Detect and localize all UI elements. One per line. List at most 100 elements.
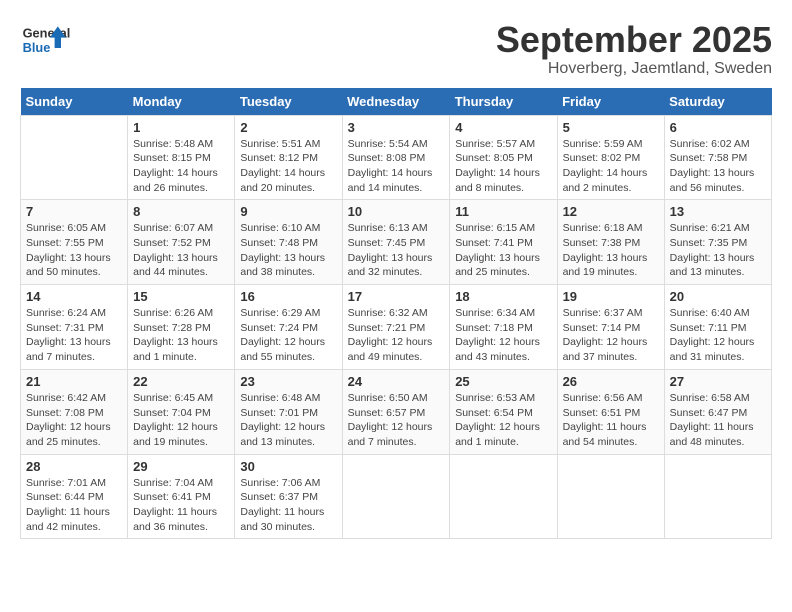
day-detail: Sunrise: 6:18 AM Sunset: 7:38 PM Dayligh… <box>563 221 659 280</box>
day-number: 7 <box>26 204 122 219</box>
day-number: 1 <box>133 120 229 135</box>
header: General Blue September 2025 Hoverberg, J… <box>20 20 772 78</box>
day-detail: Sunrise: 6:05 AM Sunset: 7:55 PM Dayligh… <box>26 221 122 280</box>
calendar-header-tuesday: Tuesday <box>235 88 342 116</box>
title-section: September 2025 Hoverberg, Jaemtland, Swe… <box>496 20 772 78</box>
calendar-cell: 5 Sunrise: 5:59 AM Sunset: 8:02 PM Daylig… <box>557 115 664 200</box>
day-detail: Sunrise: 6:45 AM Sunset: 7:04 PM Dayligh… <box>133 391 229 450</box>
day-detail: Sunrise: 6:15 AM Sunset: 7:41 PM Dayligh… <box>455 221 551 280</box>
calendar-cell: 13 Sunrise: 6:21 AM Sunset: 7:35 PM Dayli… <box>664 200 771 285</box>
day-number: 10 <box>348 204 445 219</box>
day-number: 6 <box>670 120 766 135</box>
day-number: 3 <box>348 120 445 135</box>
calendar-table: SundayMondayTuesdayWednesdayThursdayFrid… <box>20 88 772 540</box>
svg-text:General: General <box>23 26 70 41</box>
day-number: 22 <box>133 374 229 389</box>
calendar-cell: 28Sunrise: 7:01 AM Sunset: 6:44 PM Dayli… <box>21 454 128 539</box>
day-number: 14 <box>26 289 122 304</box>
calendar-cell: 17 Sunrise: 6:32 AM Sunset: 7:21 PM Dayli… <box>342 285 450 370</box>
calendar-header-sunday: Sunday <box>21 88 128 116</box>
calendar-cell: 19 Sunrise: 6:37 AM Sunset: 7:14 PM Dayli… <box>557 285 664 370</box>
calendar-header-friday: Friday <box>557 88 664 116</box>
calendar-week-5: 28Sunrise: 7:01 AM Sunset: 6:44 PM Dayli… <box>21 454 772 539</box>
calendar-cell: 6 Sunrise: 6:02 AM Sunset: 7:58 PM Daylig… <box>664 115 771 200</box>
day-detail: Sunrise: 6:24 AM Sunset: 7:31 PM Dayligh… <box>26 306 122 365</box>
calendar-cell: 4 Sunrise: 5:57 AM Sunset: 8:05 PM Daylig… <box>450 115 557 200</box>
calendar-cell: 9 Sunrise: 6:10 AM Sunset: 7:48 PM Daylig… <box>235 200 342 285</box>
day-detail: Sunrise: 5:59 AM Sunset: 8:02 PM Dayligh… <box>563 137 659 196</box>
day-detail: Sunrise: 6:58 AM Sunset: 6:47 PM Dayligh… <box>670 391 766 450</box>
calendar-header-wednesday: Wednesday <box>342 88 450 116</box>
calendar-cell: 3Sunrise: 5:54 AM Sunset: 8:08 PM Daylig… <box>342 115 450 200</box>
calendar-cell: 30 Sunrise: 7:06 AM Sunset: 6:37 PM Dayli… <box>235 454 342 539</box>
calendar-cell: 16Sunrise: 6:29 AM Sunset: 7:24 PM Dayli… <box>235 285 342 370</box>
calendar-header-monday: Monday <box>128 88 235 116</box>
calendar-week-2: 7 Sunrise: 6:05 AM Sunset: 7:55 PM Daylig… <box>21 200 772 285</box>
calendar-cell <box>664 454 771 539</box>
logo: General Blue <box>20 20 75 60</box>
day-number: 18 <box>455 289 551 304</box>
calendar-cell: 24 Sunrise: 6:50 AM Sunset: 6:57 PM Dayli… <box>342 369 450 454</box>
day-number: 28 <box>26 459 122 474</box>
calendar-cell: 10 Sunrise: 6:13 AM Sunset: 7:45 PM Dayli… <box>342 200 450 285</box>
day-detail: Sunrise: 6:21 AM Sunset: 7:35 PM Dayligh… <box>670 221 766 280</box>
day-number: 25 <box>455 374 551 389</box>
day-number: 13 <box>670 204 766 219</box>
calendar-cell: 14 Sunrise: 6:24 AM Sunset: 7:31 PM Dayli… <box>21 285 128 370</box>
calendar-cell: 11 Sunrise: 6:15 AM Sunset: 7:41 PM Dayli… <box>450 200 557 285</box>
day-detail: Sunrise: 6:02 AM Sunset: 7:58 PM Dayligh… <box>670 137 766 196</box>
calendar-cell: 12 Sunrise: 6:18 AM Sunset: 7:38 PM Dayli… <box>557 200 664 285</box>
calendar-cell <box>557 454 664 539</box>
day-detail: Sunrise: 6:37 AM Sunset: 7:14 PM Dayligh… <box>563 306 659 365</box>
day-number: 16 <box>240 289 336 304</box>
day-number: 17 <box>348 289 445 304</box>
day-number: 26 <box>563 374 659 389</box>
day-detail: Sunrise: 5:48 AM Sunset: 8:15 PM Dayligh… <box>133 137 229 196</box>
calendar-cell: 22 Sunrise: 6:45 AM Sunset: 7:04 PM Dayli… <box>128 369 235 454</box>
day-detail: Sunrise: 5:51 AM Sunset: 8:12 PM Dayligh… <box>240 137 336 196</box>
day-detail: Sunrise: 6:32 AM Sunset: 7:21 PM Dayligh… <box>348 306 445 365</box>
day-detail: Sunrise: 6:26 AM Sunset: 7:28 PM Dayligh… <box>133 306 229 365</box>
calendar-cell <box>342 454 450 539</box>
day-number: 27 <box>670 374 766 389</box>
calendar-header-saturday: Saturday <box>664 88 771 116</box>
day-number: 5 <box>563 120 659 135</box>
calendar-cell: 21Sunrise: 6:42 AM Sunset: 7:08 PM Dayli… <box>21 369 128 454</box>
calendar-cell: 8Sunrise: 6:07 AM Sunset: 7:52 PM Daylig… <box>128 200 235 285</box>
day-number: 8 <box>133 204 229 219</box>
calendar-cell: 2 Sunrise: 5:51 AM Sunset: 8:12 PM Daylig… <box>235 115 342 200</box>
main-title: September 2025 <box>496 20 772 60</box>
calendar-week-3: 14 Sunrise: 6:24 AM Sunset: 7:31 PM Dayli… <box>21 285 772 370</box>
calendar-cell: 23Sunrise: 6:48 AM Sunset: 7:01 PM Dayli… <box>235 369 342 454</box>
day-number: 20 <box>670 289 766 304</box>
day-number: 29 <box>133 459 229 474</box>
calendar-cell: 29 Sunrise: 7:04 AM Sunset: 6:41 PM Dayli… <box>128 454 235 539</box>
day-number: 4 <box>455 120 551 135</box>
day-detail: Sunrise: 5:57 AM Sunset: 8:05 PM Dayligh… <box>455 137 551 196</box>
calendar-cell: 25 Sunrise: 6:53 AM Sunset: 6:54 PM Dayli… <box>450 369 557 454</box>
day-detail: Sunrise: 7:06 AM Sunset: 6:37 PM Dayligh… <box>240 476 336 535</box>
day-detail: Sunrise: 6:56 AM Sunset: 6:51 PM Dayligh… <box>563 391 659 450</box>
day-detail: Sunrise: 6:50 AM Sunset: 6:57 PM Dayligh… <box>348 391 445 450</box>
day-number: 2 <box>240 120 336 135</box>
calendar-cell: 1 Sunrise: 5:48 AM Sunset: 8:15 PM Daylig… <box>128 115 235 200</box>
day-number: 30 <box>240 459 336 474</box>
calendar-cell: 18 Sunrise: 6:34 AM Sunset: 7:18 PM Dayli… <box>450 285 557 370</box>
day-detail: Sunrise: 7:04 AM Sunset: 6:41 PM Dayligh… <box>133 476 229 535</box>
svg-text:Blue: Blue <box>23 40 51 55</box>
subtitle: Hoverberg, Jaemtland, Sweden <box>496 60 772 78</box>
day-detail: Sunrise: 6:34 AM Sunset: 7:18 PM Dayligh… <box>455 306 551 365</box>
calendar-week-1: 1 Sunrise: 5:48 AM Sunset: 8:15 PM Daylig… <box>21 115 772 200</box>
day-number: 24 <box>348 374 445 389</box>
calendar-cell: 26 Sunrise: 6:56 AM Sunset: 6:51 PM Dayli… <box>557 369 664 454</box>
day-detail: Sunrise: 6:53 AM Sunset: 6:54 PM Dayligh… <box>455 391 551 450</box>
calendar-cell: 20Sunrise: 6:40 AM Sunset: 7:11 PM Dayli… <box>664 285 771 370</box>
day-number: 19 <box>563 289 659 304</box>
day-number: 21 <box>26 374 122 389</box>
calendar-cell: 15Sunrise: 6:26 AM Sunset: 7:28 PM Dayli… <box>128 285 235 370</box>
day-number: 11 <box>455 204 551 219</box>
day-detail: Sunrise: 6:10 AM Sunset: 7:48 PM Dayligh… <box>240 221 336 280</box>
day-detail: Sunrise: 6:13 AM Sunset: 7:45 PM Dayligh… <box>348 221 445 280</box>
day-number: 12 <box>563 204 659 219</box>
day-number: 9 <box>240 204 336 219</box>
